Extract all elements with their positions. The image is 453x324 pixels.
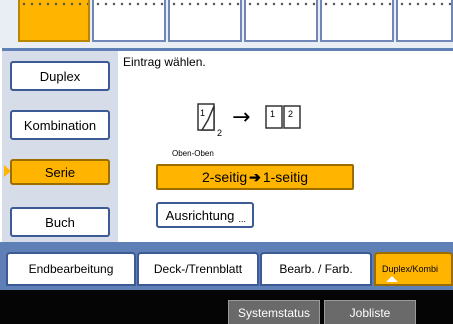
mode-before: 2-seitig	[201, 169, 248, 185]
jobliste-button[interactable]: Jobliste	[324, 300, 416, 324]
output-page-2: 2	[288, 109, 293, 119]
tab-bearb-farb[interactable]: Bearb. / Farb.	[260, 252, 372, 286]
tab-endbearbeitung[interactable]: Endbearbeitung	[6, 252, 136, 286]
orientation-button-label: Ausrichtung	[165, 207, 235, 223]
tab-duplex-kombi[interactable]: Duplex/Kombi	[374, 252, 453, 286]
orientation-label: Oben-Oben	[172, 149, 214, 158]
mode-after: 1-seitig	[262, 169, 308, 185]
duplex-diagram: 1 2 → 1 2	[188, 100, 328, 146]
kombination-button[interactable]: Kombination	[10, 110, 110, 140]
output-page-1: 1	[270, 109, 275, 119]
conversion-arrow-icon: →	[232, 105, 250, 130]
orientation-button[interactable]: Ausrichtung ...	[156, 202, 254, 228]
tab-deck-trennblatt[interactable]: Deck-/Trennblatt	[137, 252, 259, 286]
systemstatus-button[interactable]: Systemstatus	[228, 300, 320, 324]
page-conversion-icon: 1 2 → 1 2	[197, 103, 301, 138]
more-icon: ...	[238, 214, 246, 224]
tab-duplex-kombi-label: Duplex/Kombi	[382, 264, 439, 274]
tab-caret-icon	[386, 276, 398, 282]
top-tab-4[interactable]	[244, 0, 318, 42]
top-tab-strip	[0, 0, 453, 48]
serie-button[interactable]: Serie	[10, 159, 110, 185]
booklet-subscript: 2	[217, 128, 222, 138]
top-tab-1[interactable]	[18, 0, 90, 42]
top-tab-3[interactable]	[168, 0, 242, 42]
top-tab-2[interactable]	[92, 0, 166, 42]
duplex-button[interactable]: Duplex	[10, 61, 110, 91]
mode-arrow-icon: ➔	[249, 168, 261, 185]
mode-selection-button[interactable]: 2-seitig ➔ 1-seitig	[156, 164, 354, 190]
booklet-page-number: 1	[200, 108, 205, 118]
top-tab-6[interactable]	[396, 0, 453, 42]
buch-button[interactable]: Buch	[10, 207, 110, 237]
prompt-text: Eintrag wählen.	[123, 55, 206, 69]
top-tab-5[interactable]	[320, 0, 394, 42]
